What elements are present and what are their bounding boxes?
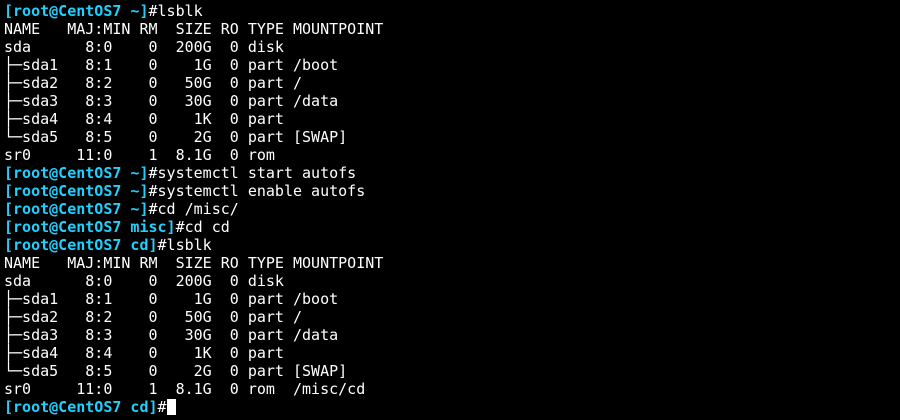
shell-prompt: [root@CentOS7 ~] bbox=[4, 164, 149, 182]
shell-prompt: [root@CentOS7 ~] bbox=[4, 2, 149, 20]
command-text: #lsblk bbox=[148, 2, 203, 20]
output-text: └─sda5 8:5 0 2G 0 part [SWAP] bbox=[4, 362, 348, 380]
output-text: sr0 11:0 1 8.1G 0 rom /misc/cd bbox=[4, 380, 366, 398]
output-line: └─sda5 8:5 0 2G 0 part [SWAP] bbox=[4, 128, 900, 146]
output-text: ├─sda2 8:2 0 50G 0 part / bbox=[4, 74, 303, 92]
prompt-line: [root@CentOS7 ~]#cd /misc/ bbox=[4, 200, 900, 218]
output-text: NAME MAJ:MIN RM SIZE RO TYPE MOUNTPOINT bbox=[4, 254, 384, 272]
command-text: #cd cd bbox=[175, 218, 230, 236]
prompt-line: [root@CentOS7 ~]#systemctl enable autofs bbox=[4, 182, 900, 200]
output-line: └─sda5 8:5 0 2G 0 part [SWAP] bbox=[4, 362, 900, 380]
prompt-line: [root@CentOS7 ~]#systemctl start autofs bbox=[4, 164, 900, 182]
prompt-line: [root@CentOS7 ~]#lsblk bbox=[4, 2, 900, 20]
command-text: # bbox=[157, 398, 167, 416]
output-line: NAME MAJ:MIN RM SIZE RO TYPE MOUNTPOINT bbox=[4, 20, 900, 38]
output-text: sda 8:0 0 200G 0 disk bbox=[4, 272, 284, 290]
output-line: ├─sda4 8:4 0 1K 0 part bbox=[4, 344, 900, 362]
output-text: ├─sda4 8:4 0 1K 0 part bbox=[4, 344, 284, 362]
command-text: #systemctl start autofs bbox=[148, 164, 357, 182]
command-text: #systemctl enable autofs bbox=[148, 182, 366, 200]
output-text: NAME MAJ:MIN RM SIZE RO TYPE MOUNTPOINT bbox=[4, 20, 384, 38]
output-line: ├─sda3 8:3 0 30G 0 part /data bbox=[4, 326, 900, 344]
output-text: └─sda5 8:5 0 2G 0 part [SWAP] bbox=[4, 128, 348, 146]
shell-prompt: [root@CentOS7 ~] bbox=[4, 200, 149, 218]
output-text: ├─sda3 8:3 0 30G 0 part /data bbox=[4, 326, 339, 344]
shell-prompt: [root@CentOS7 cd] bbox=[4, 398, 158, 416]
terminal-window[interactable]: [root@CentOS7 ~]#lsblk NAME MAJ:MIN RM SI… bbox=[0, 0, 900, 420]
output-line: ├─sda2 8:2 0 50G 0 part / bbox=[4, 308, 900, 326]
output-text: ├─sda3 8:3 0 30G 0 part /data bbox=[4, 92, 339, 110]
output-line: ├─sda1 8:1 0 1G 0 part /boot bbox=[4, 290, 900, 308]
output-line: sda 8:0 0 200G 0 disk bbox=[4, 38, 900, 56]
prompt-line: [root@CentOS7 cd]# bbox=[4, 398, 900, 416]
output-text: ├─sda2 8:2 0 50G 0 part / bbox=[4, 308, 303, 326]
command-text: #lsblk bbox=[157, 236, 212, 254]
text-cursor[interactable] bbox=[166, 399, 176, 415]
output-line: ├─sda1 8:1 0 1G 0 part /boot bbox=[4, 56, 900, 74]
output-line: NAME MAJ:MIN RM SIZE RO TYPE MOUNTPOINT bbox=[4, 254, 900, 272]
output-text: sda 8:0 0 200G 0 disk bbox=[4, 38, 284, 56]
shell-prompt: [root@CentOS7 misc] bbox=[4, 218, 176, 236]
shell-prompt: [root@CentOS7 ~] bbox=[4, 182, 149, 200]
output-text: sr0 11:0 1 8.1G 0 rom bbox=[4, 146, 275, 164]
output-text: ├─sda1 8:1 0 1G 0 part /boot bbox=[4, 290, 339, 308]
output-text: ├─sda1 8:1 0 1G 0 part /boot bbox=[4, 56, 339, 74]
output-line: sr0 11:0 1 8.1G 0 rom /misc/cd bbox=[4, 380, 900, 398]
output-line: ├─sda2 8:2 0 50G 0 part / bbox=[4, 74, 900, 92]
command-text: #cd /misc/ bbox=[148, 200, 239, 218]
prompt-line: [root@CentOS7 cd]#lsblk bbox=[4, 236, 900, 254]
shell-prompt: [root@CentOS7 cd] bbox=[4, 236, 158, 254]
prompt-line: [root@CentOS7 misc]#cd cd bbox=[4, 218, 900, 236]
output-text: ├─sda4 8:4 0 1K 0 part bbox=[4, 110, 284, 128]
output-line: ├─sda3 8:3 0 30G 0 part /data bbox=[4, 92, 900, 110]
output-line: sda 8:0 0 200G 0 disk bbox=[4, 272, 900, 290]
output-line: sr0 11:0 1 8.1G 0 rom bbox=[4, 146, 900, 164]
output-line: ├─sda4 8:4 0 1K 0 part bbox=[4, 110, 900, 128]
